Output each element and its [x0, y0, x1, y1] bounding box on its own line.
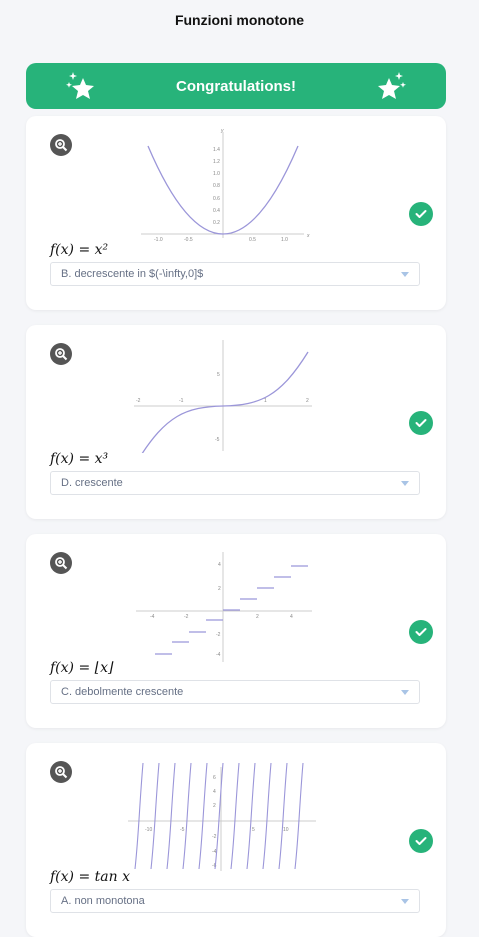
function-label: f(x) = x³ [50, 451, 109, 467]
function-graph: -2 -1 1 2 5 -5 [134, 340, 312, 453]
sparkle-star-icon [66, 72, 94, 99]
x-tick: 5 [252, 827, 255, 833]
banner-text: Congratulations! [176, 77, 296, 95]
question-card: -2 -1 1 2 5 -5 f(x) = x³ D. crescente [26, 325, 446, 519]
x-tick: 2 [306, 398, 309, 404]
tan-branches [134, 762, 304, 870]
x-tick: -0.5 [184, 237, 193, 243]
y-tick: -2 [216, 632, 221, 638]
chevron-down-icon [401, 689, 409, 695]
answer-value: A. non monotona [61, 895, 145, 907]
check-icon [409, 620, 433, 644]
answer-value: B. decrescente in $(-\infty,0]$ [61, 268, 204, 280]
answer-value: D. crescente [61, 477, 123, 489]
zoom-icon[interactable] [50, 552, 72, 574]
chevron-down-icon [401, 480, 409, 486]
check-icon [409, 829, 433, 853]
zoom-icon[interactable] [50, 343, 72, 365]
function-label: f(x) = x² [50, 242, 109, 258]
check-icon [409, 411, 433, 435]
function-label: f(x) = tan x [50, 869, 130, 885]
x-tick: 1.0 [281, 237, 288, 243]
chevron-down-icon [401, 271, 409, 277]
y-tick: 1.4 [213, 147, 220, 153]
y-axis-label: y [220, 128, 224, 134]
y-tick: 2 [218, 586, 221, 592]
page-title: Funzioni monotone [174, 12, 305, 28]
question-card: -4 -2 2 4 4 2 -2 -4 f(x) = ⌊x⌋ C. debolm… [26, 534, 446, 728]
y-tick: -5 [215, 437, 220, 443]
y-tick: 4 [213, 789, 216, 795]
y-tick: 2 [213, 803, 216, 809]
x-tick: 2 [256, 614, 259, 620]
question-card: x y -1.0 -0.5 0.5 1.0 0.2 0.4 0.6 0.8 1.… [26, 116, 446, 310]
answer-select[interactable]: B. decrescente in $(-\infty,0]$ [50, 262, 420, 286]
x-tick: 1 [264, 398, 267, 404]
x-tick: -1.0 [154, 237, 163, 243]
answer-select[interactable]: C. debolmente crescente [50, 680, 420, 704]
x-tick: -5 [180, 827, 185, 833]
x-axis-label: x [306, 233, 310, 239]
y-tick: 0.2 [213, 220, 220, 226]
y-tick: -4 [216, 652, 221, 658]
y-tick: 1.2 [213, 159, 220, 165]
y-tick: 0.8 [213, 183, 220, 189]
y-tick: 0.4 [213, 208, 220, 214]
y-tick: 1.0 [213, 171, 220, 177]
congratulations-banner: Congratulations! [26, 63, 446, 109]
x-tick: -2 [136, 398, 141, 404]
y-tick: 5 [217, 372, 220, 378]
x-tick: 0.5 [249, 237, 256, 243]
x-tick: 10 [283, 827, 289, 833]
answer-select[interactable]: A. non monotona [50, 889, 420, 913]
function-graph: x y -1.0 -0.5 0.5 1.0 0.2 0.4 0.6 0.8 1.… [141, 128, 310, 243]
x-tick: -4 [150, 614, 155, 620]
x-tick: -1 [179, 398, 184, 404]
function-label: f(x) = ⌊x⌋ [50, 660, 114, 676]
chevron-down-icon [401, 898, 409, 904]
answer-select[interactable]: D. crescente [50, 471, 420, 495]
sparkle-star-icon [378, 72, 406, 99]
x-tick: -10 [145, 827, 152, 833]
y-tick: 4 [218, 562, 221, 568]
y-tick: -2 [212, 834, 217, 840]
x-tick: 4 [290, 614, 293, 620]
zoom-icon[interactable] [50, 761, 72, 783]
function-graph: -10 -5 5 10 6 4 2 -2 -4 -6 [128, 762, 316, 871]
question-card: -10 -5 5 10 6 4 2 -2 -4 -6 f(x) = tan x … [26, 743, 446, 937]
function-graph: -4 -2 2 4 4 2 -2 -4 [136, 552, 312, 662]
zoom-icon[interactable] [50, 134, 72, 156]
answer-value: C. debolmente crescente [61, 686, 184, 698]
x-tick: -2 [184, 614, 189, 620]
y-tick: 6 [213, 775, 216, 781]
check-icon [409, 202, 433, 226]
y-tick: 0.6 [213, 196, 220, 202]
